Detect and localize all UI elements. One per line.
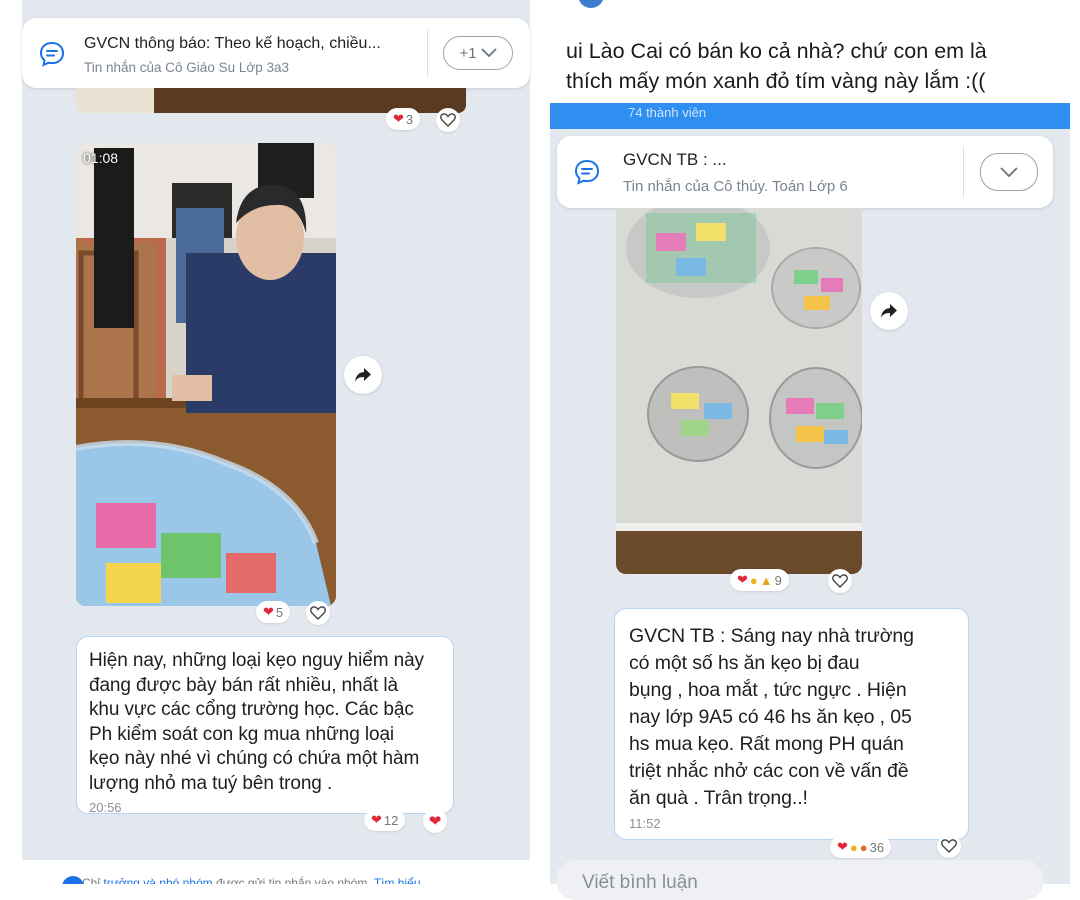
heart-icon: ❤ [371,812,382,827]
message-line: hs mua kẹo. Rất mong PH quán [629,733,904,755]
chat-bubble-icon [39,41,65,67]
message-text: Hiện nay, những loại kẹo nguy hiểm này đ… [89,649,441,796]
more-count-badge: +1 [459,44,477,62]
message-line: GVCN TB : Sáng nay nhà trường [629,625,914,647]
top-reactions[interactable]: ❤ 3 [386,108,421,130]
reaction-count: 3 [405,111,414,127]
group-permission-note: Chỉ trưởng và phó nhóm được gửi tin nhắn… [22,862,530,884]
pinned-subtitle: Tin nhắn của Cô Giáo Su Lớp 3a3 [84,60,289,75]
caption-line: thích mấy món xanh đỏ tím vàng này lắm :… [566,69,986,93]
like-button[interactable] [828,569,852,593]
message-text: GVCN TB : Sáng nay nhà trường có một số … [629,623,956,812]
like-button[interactable] [937,834,961,858]
pinned-subtitle: Tin nhắn của Cô thúy. Toán Lớp 6 [623,178,848,195]
chevron-down-icon [1000,166,1018,177]
sad-face-icon: ● [849,839,858,855]
pinned-title: GVCN TB : ... [623,150,727,169]
liked-heart-button[interactable]: ❤ [423,809,447,833]
members-bar: 74 thành viên [550,103,1070,129]
share-arrow-icon [355,368,371,382]
message-line: Ph kiểm soát con kg mua những loại [89,723,395,745]
message-time: 11:52 [629,816,661,831]
heart-outline-icon [941,839,957,853]
expand-pinned-button[interactable]: +1 [443,36,513,70]
heart-icon: ❤ [428,813,442,830]
pinned-title: GVCN thông báo: Theo kế hoạch, chiều... [84,35,381,52]
reaction-count: 12 [383,812,399,828]
message-line: lượng nhỏ ma tuý bên trong . [89,772,333,794]
reaction-count: 36 [869,839,885,855]
video-reactions[interactable]: ❤ 5 [256,601,291,623]
video-frame-image [76,143,336,606]
heart-icon: ❤ [837,839,848,854]
message-bubble[interactable]: GVCN TB : Sáng nay nhà trường có một số … [614,608,969,840]
post-caption: ui Lào Cai có bán ko cả nhà? chứ con em … [566,36,1036,96]
share-button[interactable] [344,356,382,394]
admins-link[interactable]: trưởng và phó nhóm [103,876,212,884]
info-icon [62,876,84,884]
share-arrow-icon [881,304,897,318]
pinned-message-bar[interactable]: GVCN thông báo: Theo kế hoạch, chiều... … [22,18,530,88]
message-line: nay lớp 9A5 có 46 hs ăn kẹo , 05 [629,706,912,728]
candy-photo-image [616,208,862,574]
reaction-count: 5 [275,604,284,620]
video-duration: 01:08 [83,150,119,166]
heart-outline-icon [440,113,456,127]
expand-pinned-button[interactable] [980,153,1038,191]
heart-icon: ❤ [263,604,274,619]
caption-line: ui Lào Cai có bán ko cả nhà? chứ con em … [566,39,987,63]
pinned-message-bar[interactable]: GVCN TB : ... Tin nhắn của Cô thúy. Toán… [557,136,1053,208]
note-prefix: Chỉ [82,876,101,884]
thumbs-up-icon: ▲ [759,572,773,588]
comment-input[interactable]: Viết bình luận [556,860,1044,900]
note-middle: được gửi tin nhắn vào nhóm. [216,876,371,884]
avatar [578,0,604,8]
left-screenshot: GVCN thông báo: Theo kế hoạch, chiều... … [0,0,540,884]
photo-reactions[interactable]: ❤ ● ▲ 9 [730,569,789,591]
message-line: triệt nhắc nhở các con về vấn đề [629,760,909,782]
chevron-down-icon [480,48,497,58]
chat-bubble-icon [574,159,600,185]
heart-icon: ❤ [737,572,748,587]
message-line: Hiện nay, những loại kẹo nguy hiểm này [89,650,424,671]
message-reactions[interactable]: ❤ 12 [364,809,406,831]
message-line: có một số hs ăn kẹo bị đau [629,652,860,674]
like-button[interactable] [306,601,330,625]
message-bubble[interactable]: Hiện nay, những loại kẹo nguy hiểm này đ… [76,636,454,815]
like-button[interactable] [436,108,460,132]
sad-face-icon: ● [749,572,758,588]
share-button[interactable] [870,292,908,330]
angry-face-icon: ● [859,839,868,855]
candy-photo[interactable] [616,208,862,574]
message-line: bụng , hoa mắt , tức ngực . Hiện [629,679,907,701]
learn-more-link[interactable]: Tìm hiểu [374,876,421,884]
divider [963,146,964,198]
message-reactions[interactable]: ❤ ● ● 36 [830,836,892,858]
heart-outline-icon [310,606,326,620]
heart-icon: ❤ [393,111,404,126]
message-line: kẹo này nhé vì chúng có chứa một hàm [89,748,420,769]
heart-outline-icon [832,574,848,588]
message-line: khu vực các cổng trường học. Các bậc [89,699,414,720]
reaction-count: 9 [774,572,782,588]
video-thumbnail[interactable]: 01:08 [76,143,336,606]
message-line: ăn quà . Trân trọng..! [629,787,808,809]
divider [427,30,428,76]
message-line: đang được bày bán rất nhiều, nhất là [89,674,398,696]
